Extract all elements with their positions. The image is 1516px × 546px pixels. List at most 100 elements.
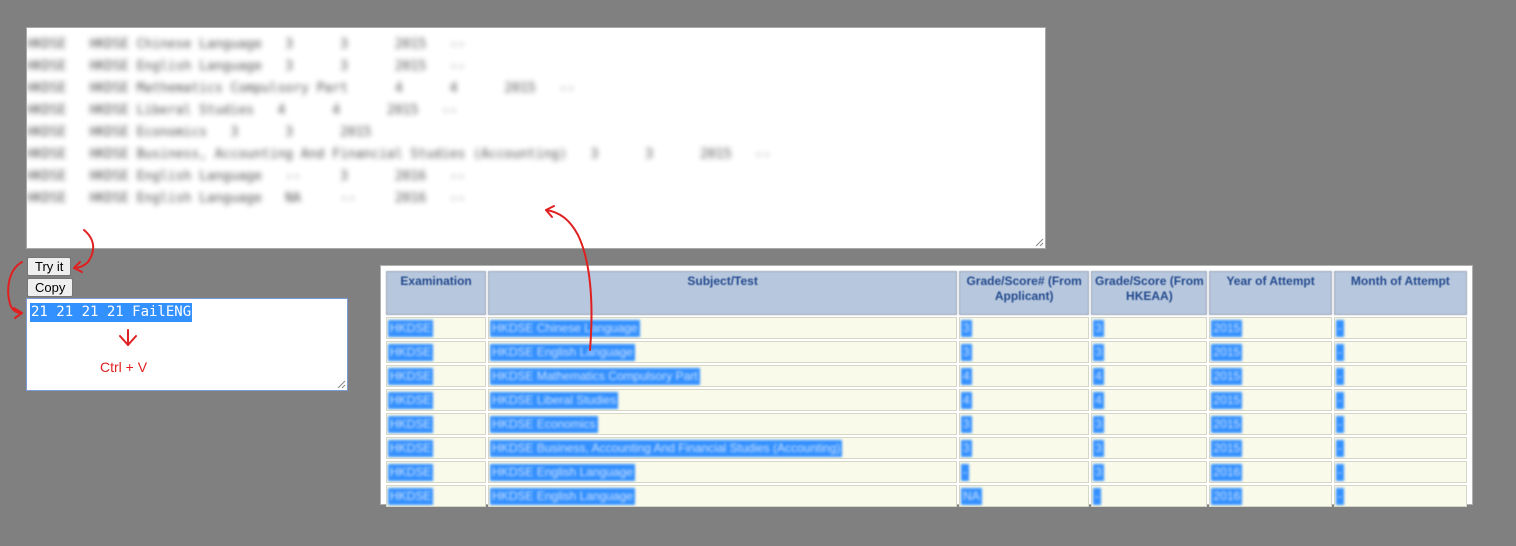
table-row: HKDSE HKDSE English Language NA - 2016 - [386,485,1467,507]
table-cell: 2015 [1209,437,1332,459]
table-header-row: Examination Subject/Test Grade/Score# (Fro… [386,271,1467,315]
selected-cell-text: 2015 [1211,319,1243,337]
table-cell: - [959,461,1090,483]
selected-cell-text: 3 [1093,319,1104,337]
selected-cell-text: HKDSE Mathematics Compulsory Part [490,367,700,385]
selected-cell-text: 3 [961,319,972,337]
selected-cell-text: - [1335,391,1344,409]
table-row: HKDSE HKDSE English Language 3 3 2015 - [386,341,1467,363]
table-header-cell: Grade/Score (From HKEAA) [1091,271,1208,315]
table-cell: 2016 [1209,461,1332,483]
table-cell: HKDSE [386,485,487,507]
selected-cell-text: 4 [961,391,972,409]
try-it-button[interactable]: Try it [27,257,72,276]
selected-cell-text: HKDSE [388,463,434,481]
table-cell: - [1333,341,1467,363]
table-cell: HKDSE [386,461,487,483]
table-cell: - [1333,317,1467,339]
table-cell: HKDSE Chinese Language [488,317,958,339]
selected-cell-text: 2015 [1211,391,1243,409]
table-cell: HKDSE Business, Accounting And Financial… [488,437,958,459]
selected-cell-text: 3 [1093,415,1104,433]
selected-cell-text: HKDSE [388,391,434,409]
output-textarea[interactable]: 21 21 21 21 FailENG [26,298,348,391]
selected-cell-text: HKDSE [388,343,434,361]
table-cell: 3 [1091,461,1208,483]
selected-cell-text: 3 [961,415,972,433]
table-cell: 2015 [1209,389,1332,411]
source-line: HKDSE HKDSE English Language 3 3 2015 -- [27,59,466,74]
table-row: HKDSE HKDSE Mathematics Compulsory Part 4 4… [386,365,1467,387]
selected-cell-text: - [1335,319,1344,337]
selected-cell-text: - [1335,415,1344,433]
table-row: HKDSE HKDSE English Language - 3 2016 - [386,461,1467,483]
source-textarea[interactable]: HKDSE HKDSE Chinese Language 3 3 2015 --… [26,27,1046,249]
selected-cell-text: 2015 [1211,439,1243,457]
table-cell: 2015 [1209,365,1332,387]
resize-grip-icon[interactable] [1034,237,1044,247]
table-header-cell: Month of Attempt [1333,271,1467,315]
table-cell: HKDSE Economics [488,413,958,435]
selected-cell-text: - [1093,487,1102,505]
table-cell: 2015 [1209,413,1332,435]
table-row: HKDSE HKDSE Chinese Language 3 3 2015 - [386,317,1467,339]
source-line: HKDSE HKDSE Economics 3 3 2015 [27,125,372,140]
table-cell: HKDSE English Language [488,485,958,507]
table-row: HKDSE HKDSE Economics 3 3 2015 - [386,413,1467,435]
selected-cell-text: HKDSE [388,415,434,433]
selected-cell-text: - [1335,463,1344,481]
copy-button[interactable]: Copy [27,278,74,297]
selected-cell-text: HKDSE English Language [490,487,635,505]
selected-cell-text: 2015 [1211,367,1243,385]
table-cell: 4 [1091,389,1208,411]
table-cell: - [1333,461,1467,483]
resize-grip-icon[interactable] [336,379,346,389]
selected-output-text: 21 21 21 21 FailENG [30,303,193,322]
table-cell: 3 [1091,341,1208,363]
selected-cell-text: HKDSE Business, Accounting And Financial… [490,439,843,457]
table-cell: 4 [959,365,1090,387]
source-line: HKDSE HKDSE Liberal Studies 4 4 2015 -- [27,103,458,118]
table-header-cell: Subject/Test [488,271,958,315]
table-cell: 3 [1091,413,1208,435]
selected-cell-text: 3 [961,439,972,457]
results-table: Examination Subject/Test Grade/Score# (Fro… [384,269,1469,509]
selected-cell-text: 3 [961,343,972,361]
source-line: HKDSE HKDSE Chinese Language 3 3 2015 -- [27,37,466,52]
source-line: HKDSE HKDSE Business, Accounting And Fin… [27,147,771,162]
selected-cell-text: HKDSE Liberal Studies [490,391,619,409]
selected-cell-text: 3 [1093,463,1104,481]
selected-cell-text: HKDSE [388,367,434,385]
selected-cell-text: HKDSE Chinese Language [490,319,640,337]
table-header-cell: Grade/Score# (From Applicant) [959,271,1090,315]
table-cell: 2016 [1209,485,1332,507]
selected-cell-text: HKDSE English Language [490,343,635,361]
source-line: HKDSE HKDSE English Language -- 3 2016 -… [27,169,466,184]
table-header-cell: Examination [386,271,487,315]
selected-cell-text: HKDSE English Language [490,463,635,481]
table-cell: 2015 [1209,317,1332,339]
table-cell: HKDSE [386,365,487,387]
table-row: HKDSE HKDSE Liberal Studies 4 4 2015 - [386,389,1467,411]
table-cell: - [1333,413,1467,435]
source-line: HKDSE HKDSE Mathematics Compulsory Part … [27,81,575,96]
selected-cell-text: - [1335,439,1344,457]
selected-cell-text: 3 [1093,343,1104,361]
table-cell: - [1091,485,1208,507]
selected-cell-text: - [1335,367,1344,385]
selected-cell-text: HKDSE [388,439,434,457]
arrow-to-output-icon [7,261,23,314]
table-cell: HKDSE [386,413,487,435]
selected-cell-text: 4 [1093,391,1104,409]
table-cell: - [1333,485,1467,507]
table-cell: HKDSE English Language [488,341,958,363]
paste-hint-label: Ctrl + V [100,359,148,375]
table-cell: 2015 [1209,341,1332,363]
table-cell: - [1333,389,1467,411]
table-cell: 3 [959,413,1090,435]
table-cell: HKDSE English Language [488,461,958,483]
selected-cell-text: 2015 [1211,415,1243,433]
selected-cell-text: 4 [1093,367,1104,385]
table-cell: 3 [959,341,1090,363]
table-cell: HKDSE Mathematics Compulsory Part [488,365,958,387]
